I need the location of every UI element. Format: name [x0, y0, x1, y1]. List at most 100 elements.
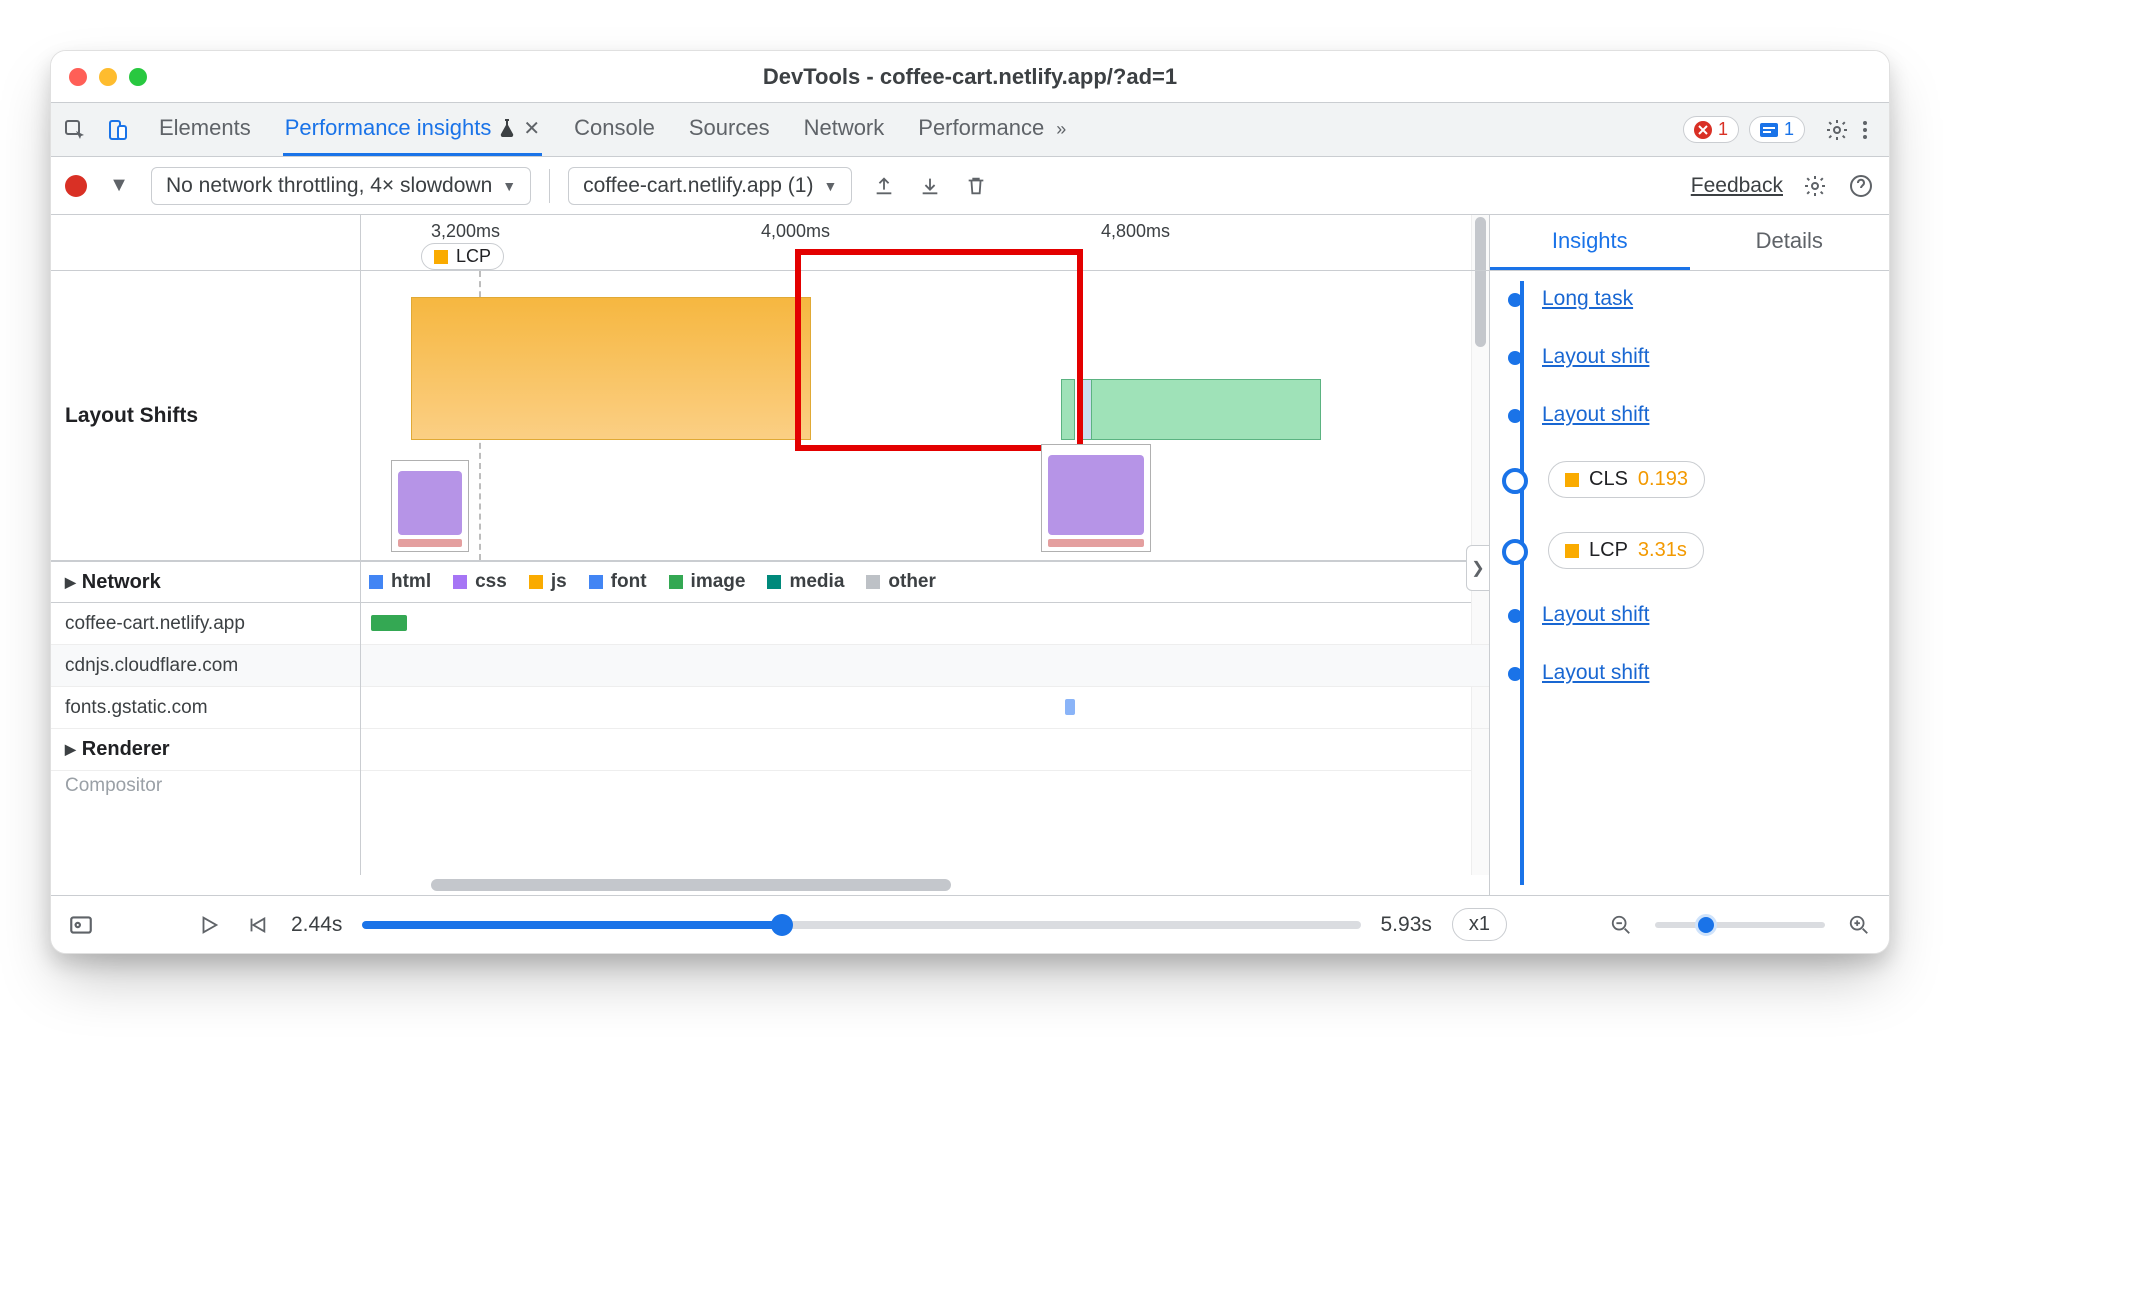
overview-lane[interactable] — [361, 271, 1489, 561]
device-toolbar-icon[interactable] — [103, 116, 131, 144]
insight-item[interactable]: Layout shift — [1508, 403, 1873, 427]
screenshot-thumbnail[interactable] — [1041, 444, 1151, 552]
timeline-dot-icon — [1508, 609, 1522, 623]
import-icon[interactable] — [916, 172, 944, 200]
play-icon[interactable] — [195, 911, 223, 939]
host-row[interactable]: coffee-cart.netlify.app — [51, 603, 360, 645]
tab-network[interactable]: Network — [802, 103, 887, 156]
insight-metric[interactable]: CLS 0.193 — [1508, 461, 1873, 498]
throttling-select[interactable]: No network throttling, 4× slowdown ▼ — [151, 167, 531, 205]
insights-sidebar: Insights Details Long task Layout shift … — [1489, 215, 1889, 895]
timeline-rail — [1520, 281, 1524, 885]
metric-name: CLS — [1589, 468, 1628, 491]
range-end: 5.93s — [1381, 913, 1432, 937]
network-lane[interactable] — [361, 603, 1489, 645]
tab-details[interactable]: Details — [1690, 215, 1890, 270]
renderer-section-header[interactable]: ▶ Renderer — [51, 729, 360, 771]
insights-list[interactable]: Long task Layout shift Layout shift CLS … — [1490, 271, 1889, 895]
tab-performance-insights[interactable]: Performance insights ✕ — [283, 103, 542, 156]
slider-knob[interactable] — [1695, 914, 1717, 936]
network-lane[interactable] — [361, 687, 1489, 729]
timeline-dot-icon — [1508, 667, 1522, 681]
tab-console[interactable]: Console — [572, 103, 657, 156]
insight-item[interactable]: Layout shift — [1508, 345, 1873, 369]
metric-name: LCP — [1589, 539, 1628, 562]
insight-link[interactable]: Long task — [1542, 287, 1633, 311]
tab-insights[interactable]: Insights — [1490, 215, 1690, 270]
zoom-in-icon[interactable] — [1845, 911, 1873, 939]
tab-sources[interactable]: Sources — [687, 103, 772, 156]
tab-elements[interactable]: Elements — [157, 103, 253, 156]
network-section-header[interactable]: ▶ Network — [51, 561, 360, 603]
feedback-link[interactable]: Feedback — [1691, 174, 1783, 198]
host-row[interactable]: fonts.gstatic.com — [51, 687, 360, 729]
close-window-icon[interactable] — [69, 68, 87, 86]
inspect-element-icon[interactable] — [61, 116, 89, 144]
host-row[interactable]: cdnjs.cloudflare.com — [51, 645, 360, 687]
close-tab-icon[interactable]: ✕ — [523, 116, 540, 141]
swatch-icon — [589, 575, 603, 589]
issue-count: 1 — [1784, 119, 1794, 140]
swatch-icon — [529, 575, 543, 589]
timeline-pane: Layout Shifts ▶ Network coffee-cart.netl… — [51, 215, 1489, 895]
rewind-icon[interactable] — [243, 911, 271, 939]
insight-link[interactable]: Layout shift — [1542, 661, 1649, 685]
insights-tabs: Insights Details — [1490, 215, 1889, 271]
help-icon[interactable] — [1847, 172, 1875, 200]
maximize-window-icon[interactable] — [129, 68, 147, 86]
tab-label: Elements — [159, 115, 251, 141]
section-label: Renderer — [82, 738, 170, 761]
recording-label: coffee-cart.netlify.app (1) — [583, 174, 813, 198]
recording-select[interactable]: coffee-cart.netlify.app (1) ▼ — [568, 167, 852, 205]
more-tabs-icon[interactable]: » — [1046, 119, 1076, 140]
insight-metric[interactable]: LCP 3.31s — [1508, 532, 1873, 569]
renderer-lane[interactable] — [361, 729, 1489, 771]
insight-link[interactable]: Layout shift — [1542, 403, 1649, 427]
record-options-icon[interactable]: ▼ — [105, 172, 133, 200]
request-bar[interactable] — [371, 615, 407, 631]
task-bar[interactable] — [411, 297, 811, 440]
screenshot-thumbnail[interactable] — [391, 460, 469, 552]
slider-knob[interactable] — [771, 914, 793, 936]
compositor-lane[interactable] — [361, 771, 1489, 801]
lcp-marker-chip[interactable]: LCP — [421, 243, 504, 270]
cls-chip[interactable]: CLS 0.193 — [1548, 461, 1705, 498]
tab-performance[interactable]: Performance — [916, 103, 1046, 156]
ruler-tick: 4,800ms — [1101, 221, 1170, 242]
panel-settings-icon[interactable] — [1801, 172, 1829, 200]
insight-item[interactable]: Layout shift — [1508, 603, 1873, 627]
more-menu-icon[interactable] — [1851, 116, 1879, 144]
timeline-dot-icon — [1508, 351, 1522, 365]
task-bar[interactable] — [1091, 379, 1321, 440]
sidebar-toggle-icon[interactable]: ❯ — [1466, 545, 1490, 591]
window-controls[interactable] — [69, 68, 147, 86]
legend-label: css — [475, 571, 507, 593]
minimize-window-icon[interactable] — [99, 68, 117, 86]
insight-item[interactable]: Long task — [1508, 287, 1873, 311]
error-count-chip[interactable]: 1 — [1683, 116, 1739, 143]
legend-label: image — [691, 571, 746, 593]
delete-icon[interactable] — [962, 172, 990, 200]
request-bar[interactable] — [1065, 699, 1075, 715]
selection-box — [795, 249, 1083, 451]
zoom-slider[interactable] — [1655, 922, 1825, 928]
track-gutter: Layout Shifts ▶ Network coffee-cart.netl… — [51, 215, 361, 875]
horizontal-scrollbar[interactable] — [51, 875, 1489, 895]
swatch-icon — [1565, 544, 1579, 558]
settings-icon[interactable] — [1823, 116, 1851, 144]
issue-count-chip[interactable]: 1 — [1749, 116, 1805, 143]
export-icon[interactable] — [870, 172, 898, 200]
insight-link[interactable]: Layout shift — [1542, 345, 1649, 369]
time-slider[interactable] — [362, 921, 1360, 929]
screenshot-toggle-icon[interactable] — [67, 911, 95, 939]
record-button[interactable] — [65, 175, 87, 197]
network-lane[interactable] — [361, 645, 1489, 687]
insight-item[interactable]: Layout shift — [1508, 661, 1873, 685]
lcp-chip[interactable]: LCP 3.31s — [1548, 532, 1704, 569]
timeline-dot-icon — [1502, 539, 1528, 565]
tracks[interactable]: 3,200ms 4,000ms 4,800ms LCP — [361, 215, 1489, 875]
playback-speed[interactable]: x1 — [1452, 908, 1507, 941]
insight-link[interactable]: Layout shift — [1542, 603, 1649, 627]
timeline-dot-icon — [1502, 468, 1528, 494]
zoom-out-icon[interactable] — [1607, 911, 1635, 939]
